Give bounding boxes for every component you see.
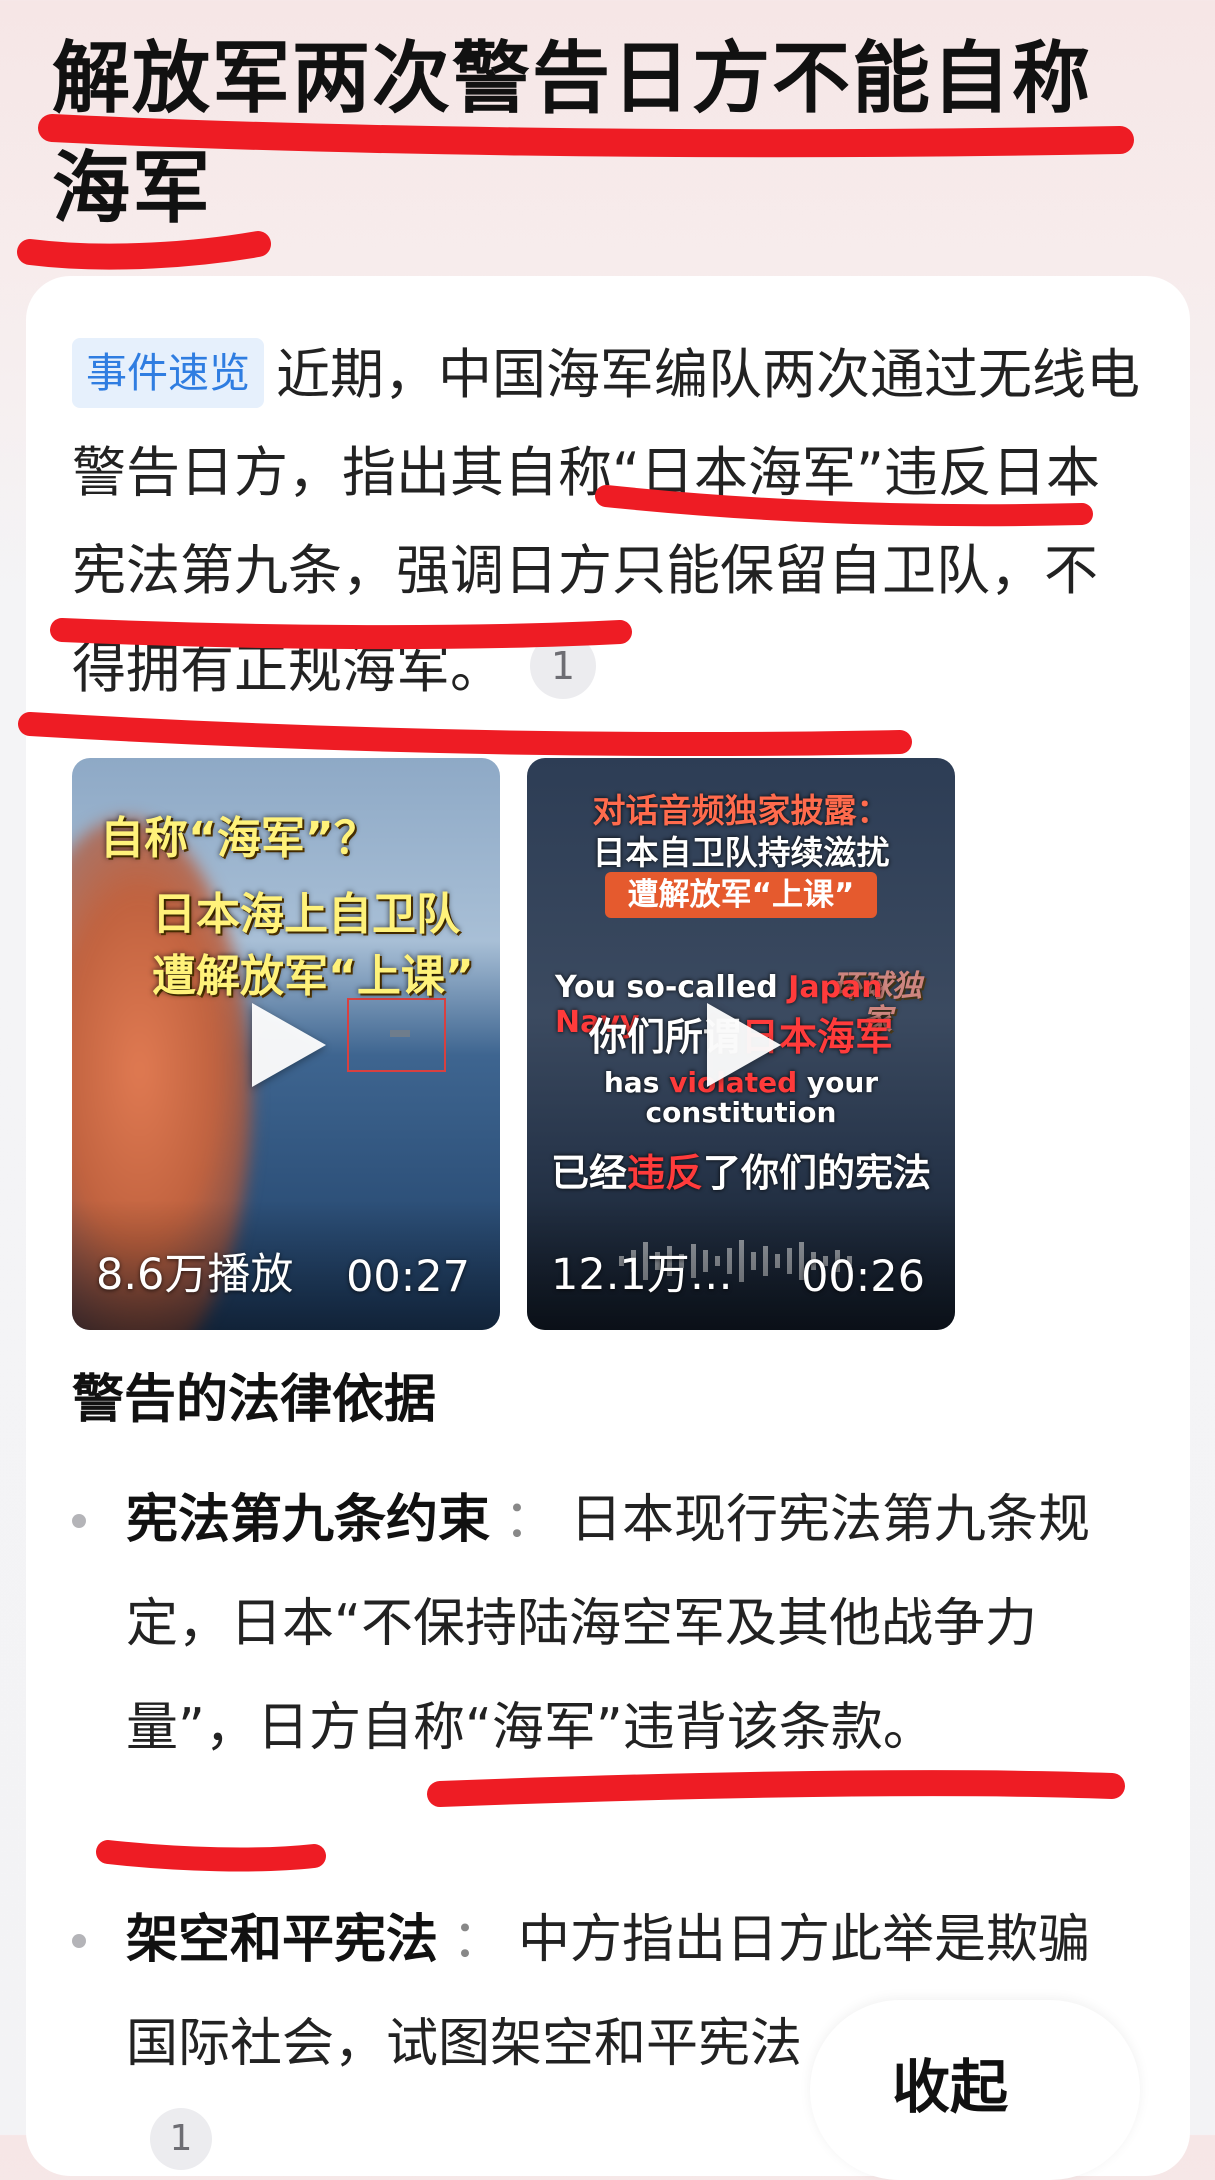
- play-icon[interactable]: [252, 1003, 326, 1087]
- ship-silhouette: [390, 1030, 410, 1037]
- underline-stroke: [17, 231, 271, 270]
- citation-badge[interactable]: 1: [530, 633, 596, 699]
- video-card-1[interactable]: 自称“海军”？ 日本海上自卫队 遭解放军“上课” 8.6万播放 00:27: [72, 758, 500, 1330]
- video-duration: 00:27: [346, 1252, 470, 1302]
- video-2-subtitle-zh: 已经违反了你们的宪法: [550, 1151, 932, 1195]
- video-view-count: 8.6万播放: [96, 1250, 294, 1300]
- bullet-dot-icon: [72, 1934, 86, 1948]
- event-summary: 事件速览 近期，中国海军编队两次通过无线电警告日方，指出其自称“日本海军”违反日本…: [72, 326, 1142, 718]
- bullet-term: 宪法第九条约束: [126, 1490, 491, 1550]
- collapse-button[interactable]: 收起: [810, 2000, 1140, 2180]
- video-duration: 00:26: [801, 1252, 925, 1302]
- video-1-caption-line: 遭解放军“上课”: [152, 951, 474, 1002]
- bullet-term: 架空和平宪法: [126, 1910, 439, 1970]
- bullet-separator: ：: [452, 1910, 505, 1970]
- play-icon[interactable]: [707, 1003, 781, 1087]
- section-heading: 警告的法律依据: [72, 1370, 437, 1430]
- video-2-caption-line: 日本自卫队持续滋扰: [592, 833, 890, 872]
- page-title: 解放军两次警告日方不能自称海军: [52, 34, 1093, 234]
- bullet-dot-icon: [72, 1514, 86, 1528]
- video-1-caption-line: 自称“海军”？: [100, 813, 378, 864]
- video-2-caption-line: 对话音频独家披露：: [592, 791, 890, 830]
- video-1-caption-line: 日本海上自卫队: [152, 889, 460, 940]
- list-item: 宪法第九条约束：日本现行宪法第九条规定，日本“不保持陆海空军及其他战争力量”，日…: [72, 1468, 1142, 1780]
- video-2-caption-badge: 遭解放军“上课”: [605, 872, 877, 918]
- collapse-label: 收起: [892, 2053, 1009, 2121]
- event-overview-tag: 事件速览: [72, 338, 264, 408]
- video-card-2[interactable]: 对话音频独家披露： 日本自卫队持续滋扰 遭解放军“上课” 环球独家 You so…: [527, 758, 955, 1330]
- video-view-count: 12.1万…: [551, 1250, 733, 1300]
- bullet-separator: ：: [504, 1490, 557, 1550]
- citation-badge[interactable]: 1: [150, 2108, 212, 2170]
